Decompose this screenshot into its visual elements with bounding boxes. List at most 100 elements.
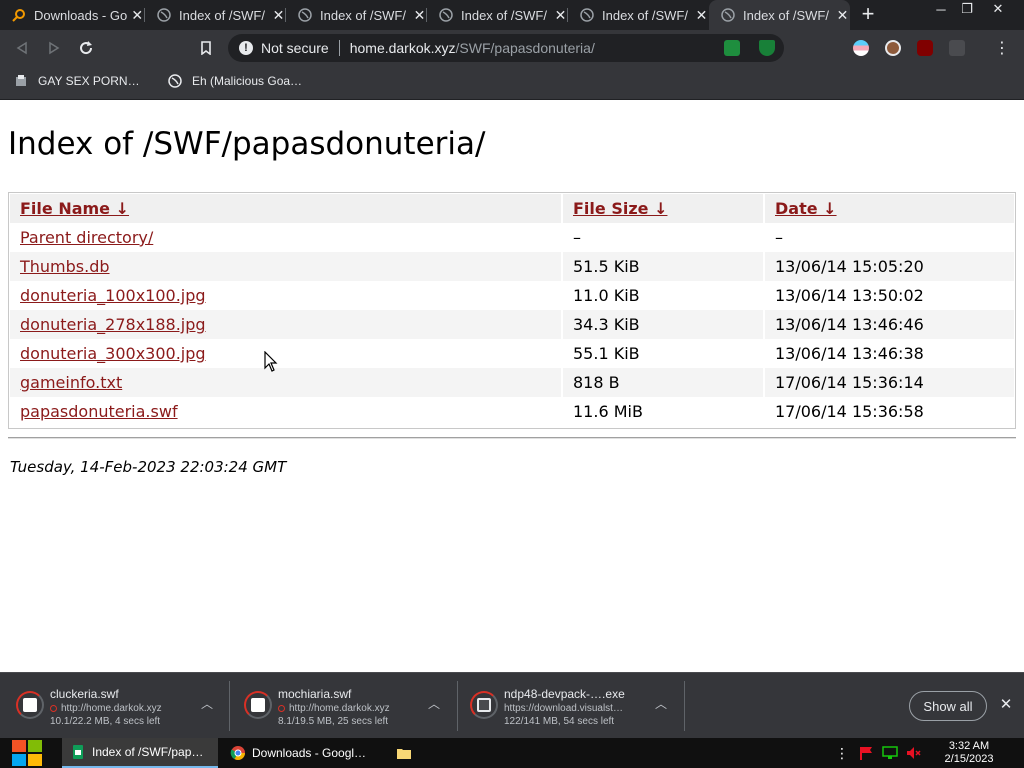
forward-button[interactable] [42, 36, 66, 60]
close-icon[interactable]: ✕ [271, 7, 286, 23]
address-bar[interactable]: ! Not secure home.darkok.xyz/SWF/papasdo… [228, 34, 784, 62]
file-link[interactable]: donuteria_300x300.jpg [20, 344, 206, 363]
volume-muted-icon[interactable] [906, 746, 922, 760]
close-icon[interactable]: ✕ [998, 697, 1014, 713]
mouse-cursor-icon [264, 351, 278, 372]
close-icon[interactable]: ✕ [694, 7, 709, 23]
file-date: 13/06/14 13:46:46 [763, 310, 1014, 339]
file-link[interactable]: gameinfo.txt [20, 373, 122, 392]
tab-label: Index of /SWF/ [602, 7, 688, 23]
back-icon [16, 41, 27, 55]
download-item-2[interactable]: mochiaria.swf http://home.darkok.xyz 8.1… [228, 673, 458, 739]
file-size: 34.3 KiB [561, 310, 763, 339]
bookmark-label: GAY SEX PORN… [38, 74, 140, 88]
avatar[interactable] [885, 40, 901, 56]
window-close-icon[interactable]: ✕ [982, 0, 1014, 18]
menu-icon[interactable]: ⋮ [990, 36, 1014, 60]
table-header: File Name ↓ File Size ↓ Date ↓ [10, 194, 1014, 223]
show-all-button[interactable]: Show all [909, 691, 987, 721]
close-icon[interactable]: ✕ [835, 7, 850, 23]
warning-icon[interactable]: ! [239, 41, 253, 55]
download-filename: cluckeria.swf [50, 687, 119, 701]
globe-icon [157, 8, 171, 22]
download-item-1[interactable]: cluckeria.swf http://home.darkok.xyz 10.… [0, 673, 230, 739]
file-date: 13/06/14 13:50:02 [763, 281, 1014, 310]
download-filename: ndp48-devpack-….exe [504, 687, 625, 701]
windows-logo-icon [12, 740, 42, 766]
chevron-up-icon[interactable]: ︿ [200, 697, 214, 711]
tab-label: Index of /SWF/ [179, 7, 265, 23]
start-button[interactable] [10, 738, 44, 768]
globe-icon [168, 74, 182, 88]
taskbar-item-downloads[interactable]: Downloads - Googl… [222, 738, 378, 768]
file-link[interactable]: Thumbs.db [20, 257, 110, 276]
sort-name-link[interactable]: File Name ↓ [20, 199, 129, 218]
extension-green-icon[interactable] [724, 40, 740, 56]
bookmarks-bar: GAY SEX PORN… Eh (Malicious Goa… [0, 66, 1024, 100]
taskbar-item-browser[interactable]: Index of /SWF/pap… [62, 738, 218, 768]
ublock-icon[interactable] [917, 40, 933, 56]
tab-index-active[interactable]: Index of /SWF/ ✕ [709, 0, 850, 30]
sort-size-link[interactable]: File Size ↓ [573, 199, 667, 218]
file-link[interactable]: donuteria_100x100.jpg [20, 286, 206, 305]
back-button[interactable] [10, 36, 34, 60]
tab-label: Index of /SWF/ [461, 7, 547, 23]
tab-index-4[interactable]: Index of /SWF/ ✕ [568, 0, 709, 30]
flag-icon[interactable] [858, 746, 874, 760]
tab-label: Index of /SWF/ [320, 7, 406, 23]
close-icon[interactable]: ✕ [129, 7, 145, 23]
bookmark-star-button[interactable] [194, 36, 218, 60]
download-item-3[interactable]: ndp48-devpack-….exe https://download.vis… [454, 673, 686, 739]
bookmark-app-icon [14, 74, 28, 88]
page-title: Index of /SWF/papasdonuteria/ [8, 126, 486, 162]
globe-icon [721, 8, 735, 22]
reload-button[interactable] [74, 36, 98, 60]
chevron-up-icon[interactable]: ︿ [427, 697, 441, 711]
network-icon[interactable] [882, 746, 898, 760]
security-status[interactable]: Not secure [261, 40, 329, 56]
globe-icon [580, 8, 594, 22]
taskbar-item-explorer[interactable] [388, 738, 422, 768]
system-clock[interactable]: 3:32 AM 2/15/2023 [936, 740, 1002, 766]
shield-icon[interactable] [759, 40, 775, 56]
close-icon[interactable]: ✕ [412, 7, 427, 23]
restore-icon[interactable]: ❐ [952, 0, 982, 18]
bookmark-item-1[interactable]: GAY SEX PORN… [14, 74, 140, 88]
taskbar-label: Index of /SWF/pap… [92, 745, 204, 759]
bookmark-label: Eh (Malicious Goa… [192, 74, 303, 88]
server-timestamp: Tuesday, 14-Feb-2023 22:03:24 GMT [10, 458, 287, 476]
tab-strip: Downloads - Goo ✕ Index of /SWF/ ✕ Index… [0, 0, 1024, 30]
reload-icon [80, 41, 93, 55]
column-file-name[interactable]: File Name ↓ [10, 194, 561, 223]
file-date: 17/06/14 15:36:14 [763, 368, 1014, 397]
file-link[interactable]: papasdonuteria.swf [20, 402, 178, 421]
file-link[interactable]: donuteria_278x188.jpg [20, 315, 206, 334]
new-tab-button[interactable]: + [858, 3, 878, 25]
download-url: http://home.darkok.xyz [61, 703, 162, 714]
tab-index-3[interactable]: Index of /SWF/ ✕ [427, 0, 568, 30]
file-link[interactable]: Parent directory/ [20, 228, 153, 247]
tab-index-1[interactable]: Index of /SWF/ ✕ [145, 0, 286, 30]
url-path: /SWF/papasdonuteria/ [455, 40, 595, 56]
profile-flag-icon[interactable] [853, 40, 869, 56]
extension-icon[interactable] [949, 40, 965, 56]
table-row: donuteria_278x188.jpg 34.3 KiB 13/06/14 … [10, 310, 1014, 339]
file-listing: File Name ↓ File Size ↓ Date ↓ Parent di… [8, 192, 1016, 429]
overflow-icon[interactable]: ⋮ [834, 738, 850, 768]
warning-icon [50, 705, 57, 712]
download-filename: mochiaria.swf [278, 687, 352, 701]
table-row: Parent directory/ – – [10, 223, 1014, 252]
tab-index-2[interactable]: Index of /SWF/ ✕ [286, 0, 427, 30]
divider [8, 437, 1016, 439]
bookmark-item-2[interactable]: Eh (Malicious Goa… [168, 74, 302, 88]
tab-downloads[interactable]: Downloads - Goo ✕ [0, 0, 145, 30]
chevron-up-icon[interactable]: ︿ [654, 697, 668, 711]
sort-date-link[interactable]: Date ↓ [775, 199, 837, 218]
download-url: https://download.visualst… [504, 703, 623, 714]
file-size: 55.1 KiB [561, 339, 763, 368]
screen: Downloads - Goo ✕ Index of /SWF/ ✕ Index… [0, 0, 1024, 768]
close-icon[interactable]: ✕ [553, 7, 568, 23]
download-progress: 122/141 MB, 54 secs left [504, 716, 615, 727]
column-date[interactable]: Date ↓ [763, 194, 1014, 223]
column-file-size[interactable]: File Size ↓ [561, 194, 763, 223]
